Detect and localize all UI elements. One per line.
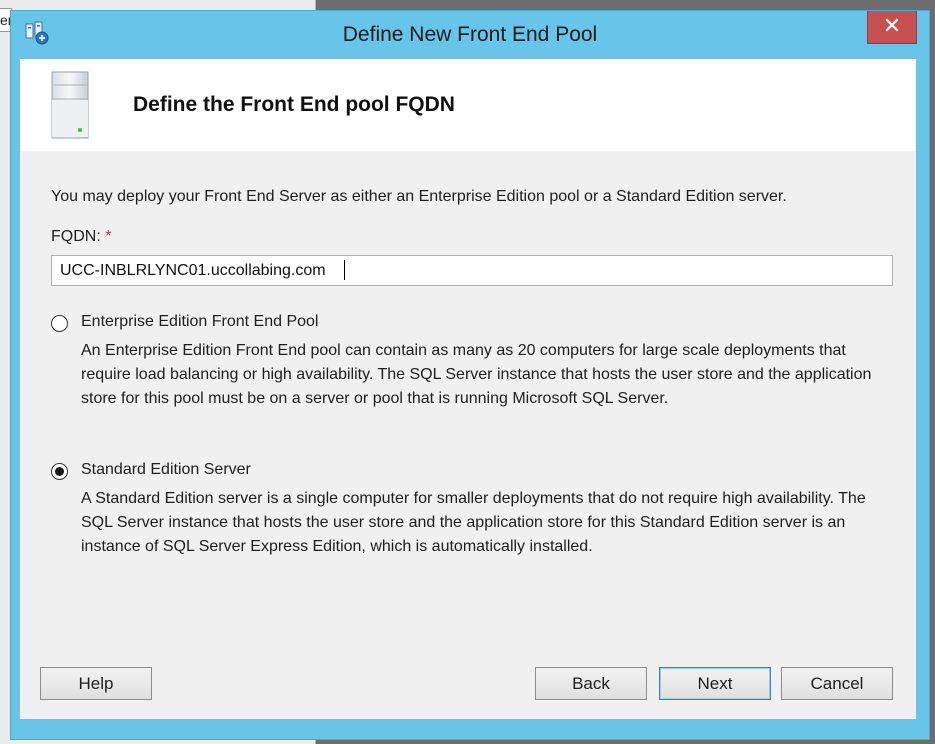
text-cursor xyxy=(344,260,345,280)
title-bar[interactable]: Define New Front End Pool ✕ xyxy=(11,11,929,58)
required-marker: * xyxy=(105,228,112,245)
radio-selected-dot xyxy=(55,467,64,476)
back-button[interactable]: Back xyxy=(535,667,647,700)
enterprise-edition-radio[interactable] xyxy=(51,315,68,332)
cancel-button[interactable]: Cancel xyxy=(781,667,893,700)
close-button[interactable]: ✕ xyxy=(867,11,917,44)
window-title: Define New Front End Pool xyxy=(342,23,598,46)
fqdn-label: FQDN: * xyxy=(51,228,111,246)
fqdn-label-text: FQDN: xyxy=(51,228,101,245)
dialog-client-area: Define the Front End pool FQDN You may d… xyxy=(19,58,917,720)
enterprise-edition-description: An Enterprise Edition Front End pool can… xyxy=(81,342,872,407)
help-button[interactable]: Help xyxy=(40,667,152,700)
dialog-window: Define New Front End Pool ✕ Define the F xyxy=(10,10,930,740)
standard-edition-description: A Standard Edition server is a single co… xyxy=(81,490,866,555)
page-title: Define the Front End pool FQDN xyxy=(133,93,455,116)
standard-edition-radio[interactable] xyxy=(51,463,68,480)
next-button[interactable]: Next xyxy=(659,667,771,700)
standard-edition-label[interactable]: Standard Edition Server xyxy=(81,461,251,479)
enterprise-edition-label[interactable]: Enterprise Edition Front End Pool xyxy=(81,313,318,331)
fqdn-input[interactable] xyxy=(51,255,893,286)
server-icon xyxy=(51,71,89,139)
intro-text: You may deploy your Front End Server as … xyxy=(51,188,787,205)
wizard-header: Define the Front End pool FQDN xyxy=(20,59,916,151)
